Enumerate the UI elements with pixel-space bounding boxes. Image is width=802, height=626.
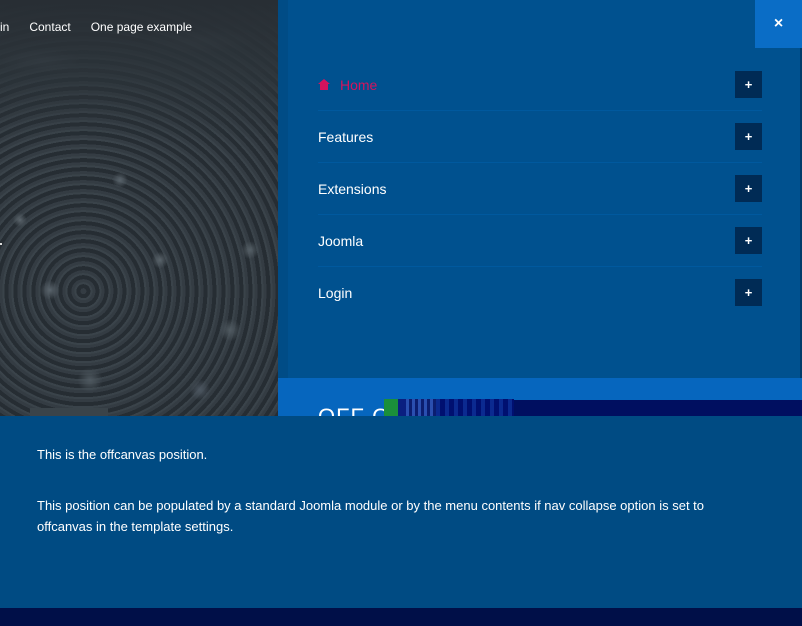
close-button[interactable]: ×	[755, 0, 802, 48]
menu-item-home[interactable]: Home +	[318, 59, 762, 111]
plus-icon: +	[744, 233, 753, 248]
expand-button[interactable]: +	[735, 279, 762, 306]
menu-item-joomla[interactable]: Joomla +	[318, 215, 762, 267]
menu-item-label[interactable]: Joomla	[318, 233, 363, 249]
footer-strip	[0, 608, 802, 626]
offcanvas-content: This is the offcanvas position. This pos…	[0, 416, 802, 608]
offcanvas-menu: Home + Features + Extensions + Joomla + …	[318, 59, 762, 319]
expand-button[interactable]: +	[735, 123, 762, 150]
close-icon: ×	[773, 15, 784, 32]
plus-icon: +	[744, 181, 753, 196]
menu-item-extensions[interactable]: Extensions +	[318, 163, 762, 215]
menu-item-label[interactable]: Extensions	[318, 181, 386, 197]
menu-item-label[interactable]: Home	[340, 77, 377, 93]
hero-marker	[0, 243, 2, 245]
render-glitch	[384, 399, 514, 416]
top-navigation: in Contact One page example	[0, 20, 192, 38]
render-artifact	[480, 400, 802, 416]
menu-item-label[interactable]: Login	[318, 285, 352, 301]
offcanvas-paragraph: This position can be populated by a stan…	[37, 498, 705, 534]
topnav-item-one-page-example[interactable]: One page example	[91, 20, 192, 38]
expand-button[interactable]: +	[735, 71, 762, 98]
expand-button[interactable]: +	[735, 175, 762, 202]
plus-icon: +	[744, 285, 753, 300]
panel-edge	[278, 0, 288, 378]
menu-item-label[interactable]: Features	[318, 129, 373, 145]
menu-item-login[interactable]: Login +	[318, 267, 762, 319]
expand-button[interactable]: +	[735, 227, 762, 254]
offcanvas-paragraph: This is the offcanvas position.	[37, 447, 208, 462]
topnav-item-contact[interactable]: Contact	[29, 20, 70, 38]
menu-item-features[interactable]: Features +	[318, 111, 762, 163]
plus-icon: +	[744, 129, 753, 144]
plus-icon: +	[744, 77, 753, 92]
topnav-item-partial[interactable]: in	[0, 20, 9, 38]
hero-bar	[30, 408, 108, 416]
home-icon	[318, 79, 330, 90]
